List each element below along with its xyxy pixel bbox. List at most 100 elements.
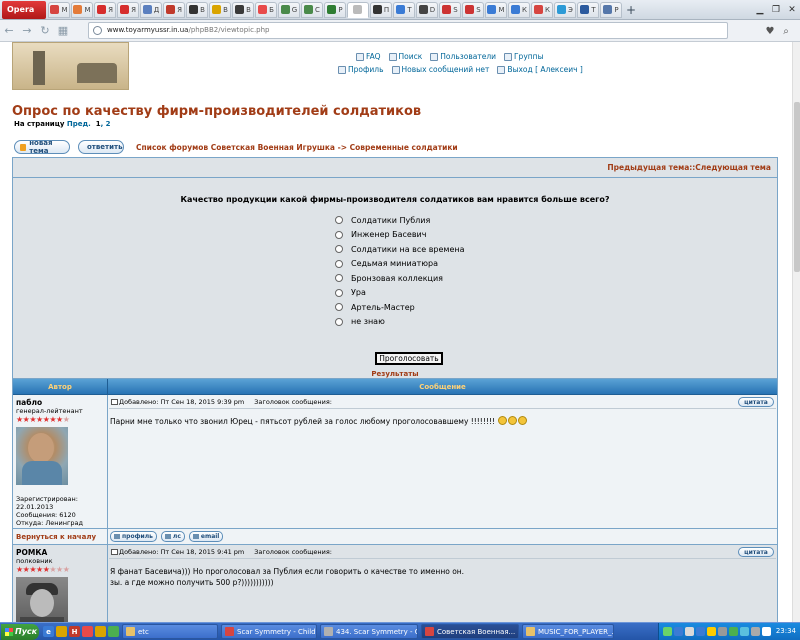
browser-tab[interactable]: M xyxy=(71,1,93,18)
poll-option[interactable]: Инженер Басевич xyxy=(335,228,465,243)
quick-launch-icon[interactable]: e xyxy=(43,626,54,637)
breadcrumb-forum[interactable]: Современные солдатики xyxy=(350,143,458,152)
forum-logo[interactable] xyxy=(12,42,129,90)
back-icon[interactable]: ← xyxy=(0,22,18,40)
email-button[interactable]: email xyxy=(188,531,224,542)
reload-icon[interactable]: ↻ xyxy=(36,22,54,40)
tray-icon[interactable] xyxy=(673,627,683,636)
vote-button[interactable]: Проголосовать xyxy=(375,352,443,365)
browser-tab[interactable]: В xyxy=(186,1,208,18)
poll-option[interactable]: Солдатики на все времена xyxy=(335,242,465,257)
browser-tab[interactable]: Я xyxy=(117,1,139,18)
browser-tab[interactable]: G xyxy=(278,1,300,18)
new-messages-link[interactable]: Новых сообщений нет xyxy=(391,65,489,74)
browser-tab[interactable]: Я xyxy=(94,1,116,18)
taskbar-item[interactable]: 434. Scar Symmetry - Chil... xyxy=(320,624,418,639)
taskbar-item[interactable]: MUSIC_FOR_PLAYER_... xyxy=(522,624,614,639)
tray-icon[interactable] xyxy=(750,627,760,636)
back-to-top-link[interactable]: Вернуться к началу xyxy=(13,529,108,544)
poll-option-radio[interactable] xyxy=(335,230,343,239)
browser-tab[interactable]: М xyxy=(48,1,70,18)
minimize-icon[interactable]: ▁ xyxy=(752,3,768,17)
logout-link[interactable]: Выход [ Алексеич ] xyxy=(497,65,583,74)
poll-option-radio[interactable] xyxy=(335,317,343,326)
taskbar-item[interactable]: Советская Военная... xyxy=(421,624,519,639)
tray-icon[interactable] xyxy=(739,627,749,636)
poll-option[interactable]: Солдатики Публия xyxy=(335,213,465,228)
address-input[interactable]: www.toyarmyussr.in.ua/phpBB2/viewtopic.p… xyxy=(88,22,728,39)
new-topic-button[interactable]: новая тема xyxy=(14,139,70,155)
poll-option[interactable]: Бронзовая коллекция xyxy=(335,271,465,286)
new-tab-button[interactable]: + xyxy=(623,2,639,18)
close-icon[interactable]: ✕ xyxy=(784,3,800,17)
poll-option-radio[interactable] xyxy=(335,288,343,297)
opera-menu-button[interactable]: Opera xyxy=(2,0,46,19)
faq-link[interactable]: FAQ xyxy=(356,52,381,61)
quote-button[interactable]: цитата xyxy=(738,397,774,407)
taskbar-item[interactable]: Scar Symmetry - Children... xyxy=(221,624,317,639)
browser-tab[interactable]: M xyxy=(485,1,507,18)
quick-launch-icon[interactable] xyxy=(95,626,106,637)
browser-tab[interactable]: Р xyxy=(600,1,622,18)
post-icon[interactable] xyxy=(111,398,118,405)
poll-option-radio[interactable] xyxy=(335,245,343,254)
groups-link[interactable]: Группы xyxy=(503,52,544,61)
poll-option-radio[interactable] xyxy=(335,216,343,225)
clock[interactable]: 23:34 xyxy=(776,627,796,636)
maximize-icon[interactable]: ❐ xyxy=(768,3,784,17)
vertical-scrollbar[interactable] xyxy=(792,42,800,622)
browser-tab[interactable]: S xyxy=(462,1,484,18)
prev-page-link[interactable]: Пред. xyxy=(67,120,91,128)
post-author-name[interactable]: РОМКА xyxy=(16,548,104,557)
browser-tab[interactable]: Т xyxy=(393,1,415,18)
poll-option[interactable]: Артель-Мастер xyxy=(335,300,465,315)
browser-tab[interactable]: Э xyxy=(554,1,576,18)
browser-tab[interactable]: К xyxy=(531,1,553,18)
browser-tab[interactable]: Т xyxy=(577,1,599,18)
profile-button[interactable]: профиль xyxy=(110,531,157,542)
browser-tab[interactable]: Р xyxy=(324,1,346,18)
post-icon[interactable] xyxy=(111,548,118,555)
taskbar-item[interactable]: etc xyxy=(122,624,218,639)
quick-launch-icon[interactable]: H xyxy=(69,626,80,637)
quick-launch-icon[interactable] xyxy=(108,626,119,637)
scrollbar-thumb[interactable] xyxy=(794,102,800,272)
browser-tab[interactable]: К xyxy=(508,1,530,18)
search-link[interactable]: Поиск xyxy=(388,52,422,61)
poll-option-radio[interactable] xyxy=(335,303,343,312)
browser-tab[interactable] xyxy=(347,1,369,18)
browser-tab[interactable]: Я xyxy=(163,1,185,18)
tray-icon[interactable] xyxy=(717,627,727,636)
prev-topic-link[interactable]: Предыдущая тема xyxy=(607,163,689,172)
page-title[interactable]: Опрос по качеству фирм-производителей со… xyxy=(12,104,421,119)
page-2-link[interactable]: , 2 xyxy=(101,120,111,128)
browser-tab[interactable]: D xyxy=(416,1,438,18)
poll-option-radio[interactable] xyxy=(335,259,343,268)
quote-button[interactable]: цитата xyxy=(738,547,774,557)
tray-icon[interactable] xyxy=(684,627,694,636)
members-link[interactable]: Пользователи xyxy=(430,52,496,61)
tray-icon[interactable] xyxy=(706,627,716,636)
profile-link[interactable]: Профиль xyxy=(338,65,384,74)
forward-icon[interactable]: → xyxy=(18,22,36,40)
quick-launch-icon[interactable] xyxy=(82,626,93,637)
speed-dial-icon[interactable]: ▦ xyxy=(54,22,72,40)
search-icon[interactable]: ⌕ xyxy=(778,23,794,39)
reply-button[interactable]: ответить xyxy=(78,140,124,154)
quick-launch-icon[interactable] xyxy=(56,626,67,637)
post-author-name[interactable]: пабло xyxy=(16,398,104,407)
browser-tab[interactable]: П xyxy=(370,1,392,18)
start-button[interactable]: Пуск xyxy=(1,623,39,640)
poll-option[interactable]: Ура xyxy=(335,286,465,301)
tray-icon[interactable] xyxy=(662,627,672,636)
browser-tab[interactable]: В xyxy=(232,1,254,18)
pm-button[interactable]: лс xyxy=(160,531,185,542)
poll-option[interactable]: Седьмая миниатюра xyxy=(335,257,465,272)
poll-results-link[interactable]: Результаты xyxy=(13,370,777,378)
poll-option-radio[interactable] xyxy=(335,274,343,283)
breadcrumb-forum-index[interactable]: Список форумов Советская Военная Игрушка xyxy=(136,143,335,152)
browser-tab[interactable]: Д xyxy=(140,1,162,18)
next-topic-link[interactable]: Следующая тема xyxy=(695,163,771,172)
browser-tab[interactable]: Б xyxy=(255,1,277,18)
browser-tab[interactable]: В xyxy=(209,1,231,18)
